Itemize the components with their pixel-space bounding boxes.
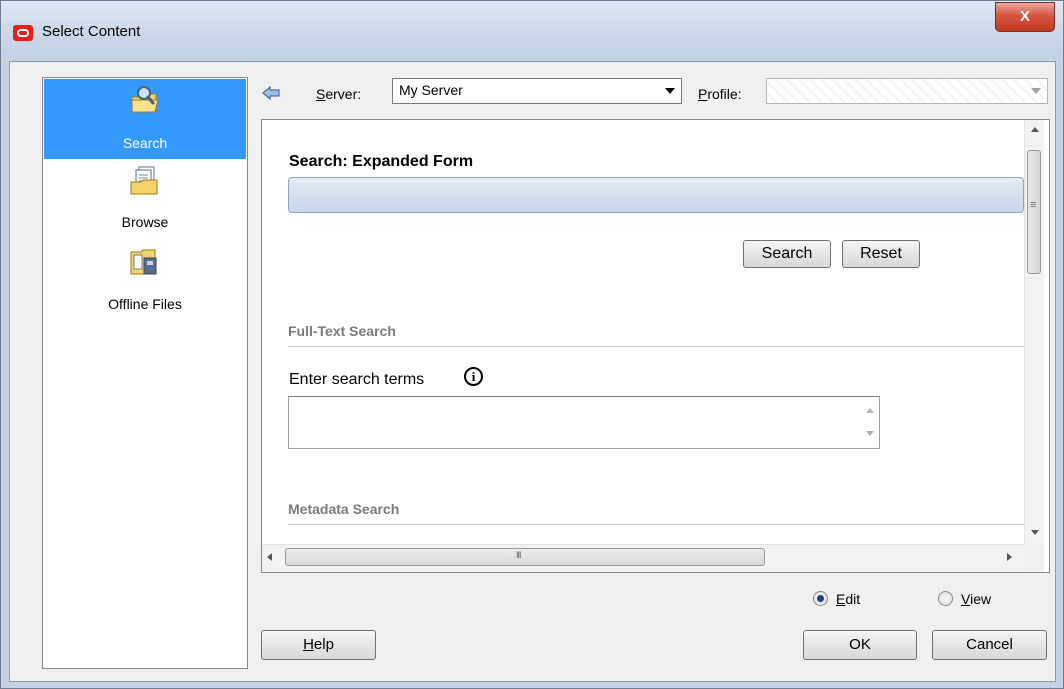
edit-radio-label[interactable]: Edit	[836, 591, 860, 607]
window-title: Select Content	[42, 23, 141, 40]
scroll-left-icon[interactable]	[267, 553, 272, 561]
horizontal-scroll-thumb[interactable]	[285, 548, 765, 566]
info-icon[interactable]: i	[464, 367, 483, 386]
reset-button[interactable]: Reset	[842, 240, 920, 268]
textarea-scrollbar[interactable]	[860, 397, 879, 448]
scroll-down-icon[interactable]	[1025, 524, 1044, 542]
fulltext-search-heading: Full-Text Search	[288, 323, 396, 339]
horizontal-scrollbar[interactable]	[262, 544, 1024, 572]
form-title: Search: Expanded Form	[289, 153, 474, 170]
content-source-nav: Search Browse Offline Files	[42, 77, 248, 669]
view-radio[interactable]	[938, 591, 953, 606]
edit-radio[interactable]	[813, 591, 828, 606]
cancel-button[interactable]: Cancel	[932, 630, 1047, 660]
dialog-body: Search Browse Offline Files Server: My S…	[9, 61, 1056, 682]
server-select-value: My Server	[399, 82, 463, 98]
nav-item-offline-files[interactable]: Offline Files	[44, 244, 246, 324]
ok-button[interactable]: OK	[803, 630, 917, 660]
title-bar[interactable]: Select Content X	[1, 1, 1063, 61]
scroll-down-icon[interactable]	[866, 431, 874, 436]
offline-files-icon	[130, 249, 157, 275]
close-button[interactable]: X	[995, 2, 1055, 32]
search-terms-input[interactable]	[288, 396, 880, 449]
section-divider	[288, 524, 1024, 525]
view-radio-label[interactable]: View	[961, 591, 991, 607]
scrollbar-corner	[1024, 544, 1044, 572]
search-button[interactable]: Search	[743, 240, 831, 268]
server-label: Server:	[316, 86, 362, 102]
scroll-up-icon[interactable]	[866, 408, 874, 413]
chevron-down-icon	[665, 88, 675, 94]
back-arrow-icon[interactable]	[262, 85, 280, 101]
profile-label: Profile:	[698, 86, 742, 102]
select-content-dialog: Select Content X Search Browse Offline F…	[0, 0, 1064, 689]
scroll-up-icon[interactable]	[1025, 120, 1044, 138]
vertical-scrollbar[interactable]	[1024, 120, 1044, 544]
browse-documents-icon	[130, 166, 158, 195]
scroll-right-icon[interactable]	[1007, 553, 1012, 561]
nav-item-label: Offline Files	[108, 296, 182, 312]
search-form-panel: Search: Expanded Form Search Reset Full-…	[261, 119, 1050, 573]
server-select[interactable]: My Server	[392, 78, 682, 104]
nav-item-label: Search	[122, 135, 168, 151]
oracle-logo-icon	[13, 25, 33, 41]
search-terms-label: Enter search terms	[289, 371, 425, 388]
search-folder-icon	[131, 86, 159, 113]
expanded-form-bar	[288, 177, 1024, 213]
section-divider	[288, 346, 1024, 347]
chevron-down-icon	[1031, 88, 1041, 94]
vertical-scroll-thumb[interactable]	[1027, 150, 1041, 274]
profile-select[interactable]	[766, 78, 1048, 104]
help-button[interactable]: Help	[261, 630, 376, 660]
nav-item-search[interactable]: Search	[44, 79, 246, 159]
nav-item-browse[interactable]: Browse	[44, 162, 246, 242]
nav-item-label: Browse	[121, 214, 169, 230]
metadata-search-heading: Metadata Search	[288, 501, 400, 517]
